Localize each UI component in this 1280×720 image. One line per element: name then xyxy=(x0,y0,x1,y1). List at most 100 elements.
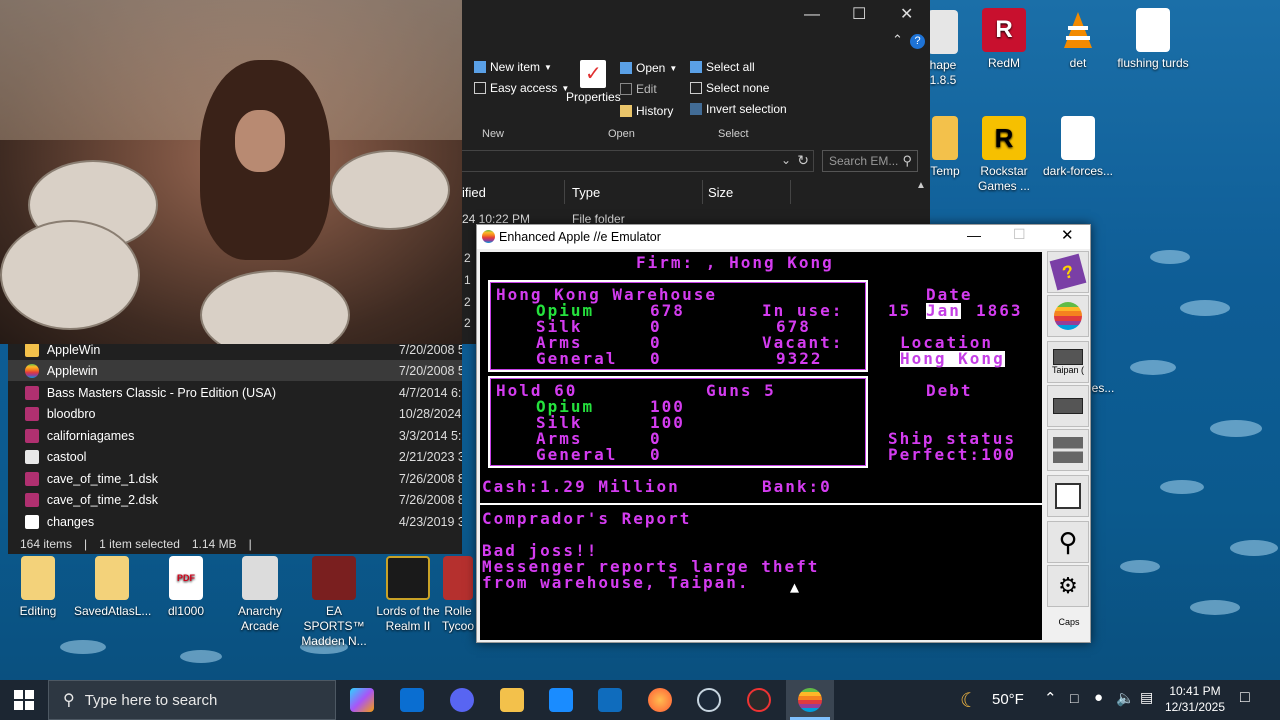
report-title: Comprador's Report xyxy=(482,509,692,528)
help-icon[interactable]: ? xyxy=(910,34,925,49)
search-icon: ⚲ xyxy=(63,692,75,709)
desktop-icon-redm[interactable]: R RedM xyxy=(966,8,1042,71)
address-bar[interactable]: ⌄ ↻ xyxy=(462,150,814,172)
file-explorer-window[interactable]: — ☐ ✕ ⌃ ? New item ▼ Easy access ▼ ✓ Prope… xyxy=(462,0,930,226)
maximize-icon[interactable]: ☐ xyxy=(1013,226,1026,243)
properties-button[interactable]: ✓ Properties xyxy=(566,60,621,104)
list-item[interactable]: castool 2/21/2023 3 xyxy=(8,446,462,467)
disk2-button[interactable] xyxy=(1047,385,1089,427)
maximize-icon[interactable]: ☐ xyxy=(852,4,866,24)
chevron-down-icon[interactable]: ⌄ xyxy=(781,153,791,167)
status-bar: 164 items | 1 item selected 1.14 MB | xyxy=(8,534,462,554)
invert-selection-button[interactable]: Invert selection xyxy=(690,102,787,116)
debt-label: Debt xyxy=(926,381,973,400)
file-name: bloodbro xyxy=(46,406,96,421)
file-explorer-icon[interactable] xyxy=(500,688,524,712)
file-date: 4/23/2019 3 xyxy=(398,514,462,529)
network-icon[interactable]: □ xyxy=(1070,690,1078,706)
weather-icon[interactable]: ☾ xyxy=(960,688,978,713)
new-item-button[interactable]: New item ▼ xyxy=(474,60,552,74)
microsoft-store-icon[interactable] xyxy=(549,688,573,712)
select-all-button[interactable]: Select all xyxy=(690,60,755,74)
desktop-icon-savedatlas[interactable]: SavedAtlasL... xyxy=(74,556,151,619)
speedometer-icon[interactable] xyxy=(747,688,771,712)
desktop-icon-label: RedM xyxy=(987,56,1020,70)
easy-access-button[interactable]: Easy access ▼ xyxy=(474,81,569,95)
desktop-icon-dl1000[interactable]: PDF dl1000 xyxy=(148,556,224,619)
desktop-icon-det[interactable]: det xyxy=(1040,8,1116,71)
desktop-icon-editing[interactable]: Editing xyxy=(0,556,76,619)
folder-icon xyxy=(25,342,39,357)
display-icon[interactable]: ▤ xyxy=(1140,689,1153,706)
desktop-icon-label: Rockstar Games ... xyxy=(977,164,1030,193)
windows-start-icon[interactable] xyxy=(14,690,34,710)
column-divider xyxy=(564,180,565,204)
swap-disks-button[interactable] xyxy=(1047,429,1089,471)
desktop-icon-anarchy-arcade[interactable]: Anarchy Arcade xyxy=(222,556,298,634)
list-item[interactable]: cave_of_time_2.dsk 7/26/2008 8 xyxy=(8,489,462,510)
copilot-icon[interactable] xyxy=(350,688,374,712)
desktop-icon-partial[interactable]: es... xyxy=(1088,381,1118,396)
desktop-icon-rockstar[interactable]: R Rockstar Games ... xyxy=(966,116,1042,194)
edit-button[interactable]: Edit xyxy=(620,82,657,96)
select-none-button[interactable]: Select none xyxy=(690,81,769,95)
reset-button[interactable] xyxy=(1047,295,1089,337)
selected-count: 1 item selected xyxy=(99,537,180,551)
minimize-icon[interactable]: — xyxy=(804,6,820,24)
list-item[interactable]: Bass Masters Classic - Pro Edition (USA)… xyxy=(8,382,462,403)
desktop-icon-lords-realm[interactable]: Lords of the Realm II xyxy=(370,556,446,634)
magnifier-icon: ⚲ xyxy=(1058,526,1078,557)
desktop-icon-madden[interactable]: EA SPORTS™ Madden N... xyxy=(296,556,372,649)
disk1-button[interactable]: Taipan ( xyxy=(1047,341,1089,383)
close-icon[interactable]: ✕ xyxy=(1061,226,1074,244)
title-bar[interactable]: Enhanced Apple //e Emulator — ☐ ✕ xyxy=(477,225,1090,249)
list-item-selected[interactable]: Applewin 7/20/2008 5 xyxy=(8,360,462,381)
clock[interactable]: 10:41 PM 12/31/2025 xyxy=(1160,683,1230,715)
list-item[interactable]: changes 4/23/2019 3 xyxy=(8,511,462,532)
scroll-up-icon[interactable]: ▲ xyxy=(916,180,926,191)
chevron-up-icon[interactable]: ⌃ xyxy=(1044,689,1057,707)
file-date: 7/26/2008 8 xyxy=(398,492,462,507)
fullscreen-button[interactable] xyxy=(1047,475,1089,517)
file-transfer-icon[interactable] xyxy=(400,688,424,712)
firefox-icon[interactable] xyxy=(648,688,672,712)
history-button[interactable]: History xyxy=(620,104,673,118)
search-input[interactable]: Search EM... ⚲ xyxy=(822,150,918,172)
discord-icon[interactable] xyxy=(450,688,474,712)
outlook-icon[interactable] xyxy=(598,688,622,712)
list-item[interactable]: californiagames 3/3/2014 5:3 xyxy=(8,425,462,446)
volume-icon[interactable]: 🔈 xyxy=(1116,689,1135,707)
list-item[interactable]: cave_of_time_1.dsk 7/26/2008 8 xyxy=(8,468,462,489)
swap-disks-icon xyxy=(1053,437,1083,463)
debugger-button[interactable]: ⚲ xyxy=(1047,521,1089,563)
weather-temp[interactable]: 50°F xyxy=(992,691,1024,708)
refresh-icon[interactable]: ↻ xyxy=(797,152,809,169)
applewin-icon[interactable] xyxy=(798,688,822,712)
file-list[interactable]: AppleWin 7/20/2008 5 Applewin 7/20/2008 … xyxy=(8,342,462,554)
help-button[interactable]: ? xyxy=(1047,251,1089,293)
column-modified[interactable]: ified xyxy=(462,185,486,200)
lords-realm-icon xyxy=(386,556,430,600)
desktop-icon-rollercoaster[interactable]: Rolle Tycoo xyxy=(440,556,476,634)
open-icon xyxy=(620,62,632,74)
video-player[interactable] xyxy=(0,0,462,344)
desktop-icon-label: Anarchy Arcade xyxy=(237,604,283,633)
applewin-window[interactable]: Enhanced Apple //e Emulator — ☐ ✕ Firm: … xyxy=(476,224,1091,643)
taskbar-search-input[interactable]: ⚲ Type here to search xyxy=(48,680,336,720)
column-type[interactable]: Type xyxy=(572,185,600,200)
apple-screen[interactable]: Firm: , Hong Kong Hong Kong Warehouse Op… xyxy=(480,252,1042,640)
settings-button[interactable]: ⚙ xyxy=(1047,565,1089,607)
notifications-icon[interactable]: □ xyxy=(1240,689,1250,707)
ribbon-collapse-icon[interactable]: ⌃ xyxy=(892,32,903,48)
column-size[interactable]: Size xyxy=(708,185,733,200)
microphone-icon[interactable]: ● xyxy=(1094,689,1103,706)
desktop-icon-dark-forces[interactable]: dark-forces... xyxy=(1040,116,1116,179)
minimize-icon[interactable]: — xyxy=(967,227,981,243)
desktop-icon-flushing-turds[interactable]: flushing turds xyxy=(1110,8,1196,71)
close-icon[interactable]: ✕ xyxy=(900,4,913,24)
mouse-cursor-icon: ▲ xyxy=(790,578,802,596)
file-date: 3/3/2014 5:3 xyxy=(398,428,462,443)
open-button[interactable]: Open ▼ xyxy=(620,61,677,75)
list-item[interactable]: bloodbro 10/28/2024 xyxy=(8,403,462,424)
steam-icon[interactable] xyxy=(697,688,721,712)
